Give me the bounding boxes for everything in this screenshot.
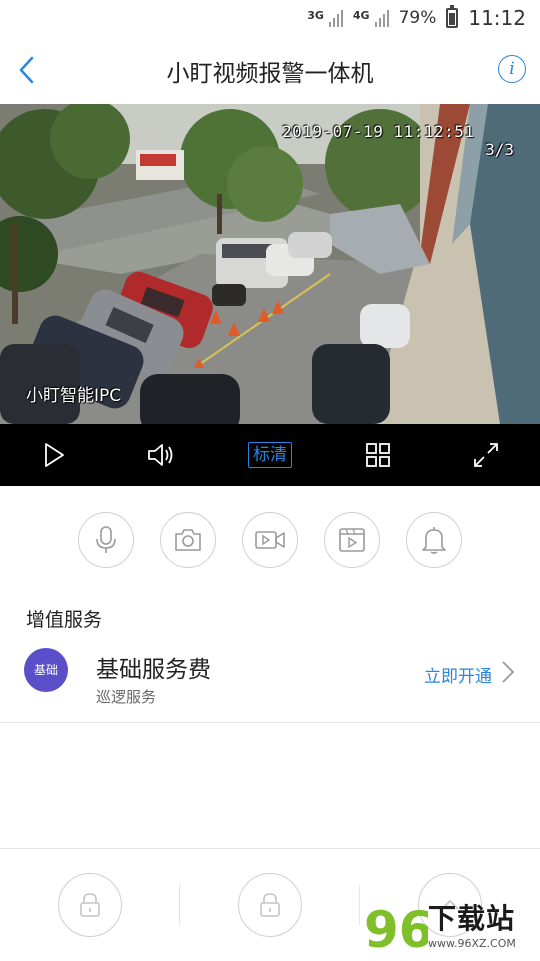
talk-button[interactable] [78, 512, 134, 568]
camera-video-feed[interactable]: 2019-07-19 11:12:51 3/3 小盯智能IPC [0, 104, 540, 424]
expand-icon [474, 443, 498, 467]
lock-button-1[interactable] [58, 873, 122, 937]
camera-scene-image [0, 104, 540, 424]
grid-icon [366, 443, 390, 467]
quality-toggle-button[interactable]: 标清 [248, 433, 292, 477]
multi-view-button[interactable] [356, 433, 400, 477]
fullscreen-button[interactable] [464, 433, 508, 477]
camera-icon [175, 529, 201, 551]
video-timestamp: 2019-07-19 11:12:51 [282, 122, 475, 141]
divider [179, 885, 180, 925]
status-bar: 3G 4G 79% 11:12 [0, 0, 540, 36]
video-camera-icon [255, 531, 285, 549]
service-name: 基础服务费 [96, 657, 211, 683]
watermark-text: 下载站 [428, 902, 516, 935]
bottom-bar: 96 下载站 www.96XZ.COM [0, 848, 540, 961]
snapshot-button[interactable] [160, 512, 216, 568]
video-channel-indicator: 3/3 [485, 140, 514, 159]
service-badge: 基础 [24, 648, 68, 692]
play-icon [45, 443, 64, 467]
microphone-icon [96, 526, 116, 553]
battery-icon [446, 5, 459, 28]
activate-now-link[interactable]: 立即开通 [424, 662, 492, 687]
video-brand-overlay: 小盯智能IPC [26, 386, 122, 406]
play-button[interactable] [32, 433, 76, 477]
watermark-digits: 96 [364, 901, 428, 957]
chevron-right-icon [502, 661, 515, 683]
section-title: 增值服务 [26, 609, 103, 631]
lock-button-2[interactable] [238, 873, 302, 937]
speaker-icon [148, 444, 173, 466]
bell-icon [422, 527, 446, 554]
watermark-96-icon: 96 [364, 901, 428, 957]
volume-button[interactable] [140, 433, 184, 477]
divider [359, 885, 360, 925]
network-type-label: 4G [352, 9, 370, 22]
alarm-button[interactable] [406, 512, 462, 568]
status-clock: 11:12 [468, 6, 526, 30]
page-title: 小盯视频报警一体机 [166, 61, 374, 87]
info-icon: i [509, 59, 515, 79]
playback-button[interactable] [324, 512, 380, 568]
signal-4g-icon: 4G [353, 9, 389, 27]
network-type-label: 3G [307, 9, 324, 22]
player-controls: 标清 [0, 424, 540, 486]
watermark-logo: 96 下载站 www.96XZ.COM [364, 893, 534, 957]
service-subtitle: 巡逻服务 [96, 688, 157, 706]
lock-icon [260, 893, 280, 917]
quality-label: 标清 [248, 442, 292, 468]
action-buttons [0, 512, 540, 572]
signal-3g-icon: 3G [307, 9, 343, 27]
watermark-url: www.96XZ.COM [428, 937, 516, 950]
app-header: 小盯视频报警一体机 i [0, 36, 540, 104]
service-item-basic[interactable]: 基础 基础服务费 巡逻服务 立即开通 [0, 640, 540, 723]
info-button[interactable]: i [498, 55, 526, 83]
record-button[interactable] [242, 512, 298, 568]
lock-icon [80, 893, 100, 917]
film-playback-icon [339, 528, 365, 552]
battery-percent: 79% [398, 8, 437, 28]
